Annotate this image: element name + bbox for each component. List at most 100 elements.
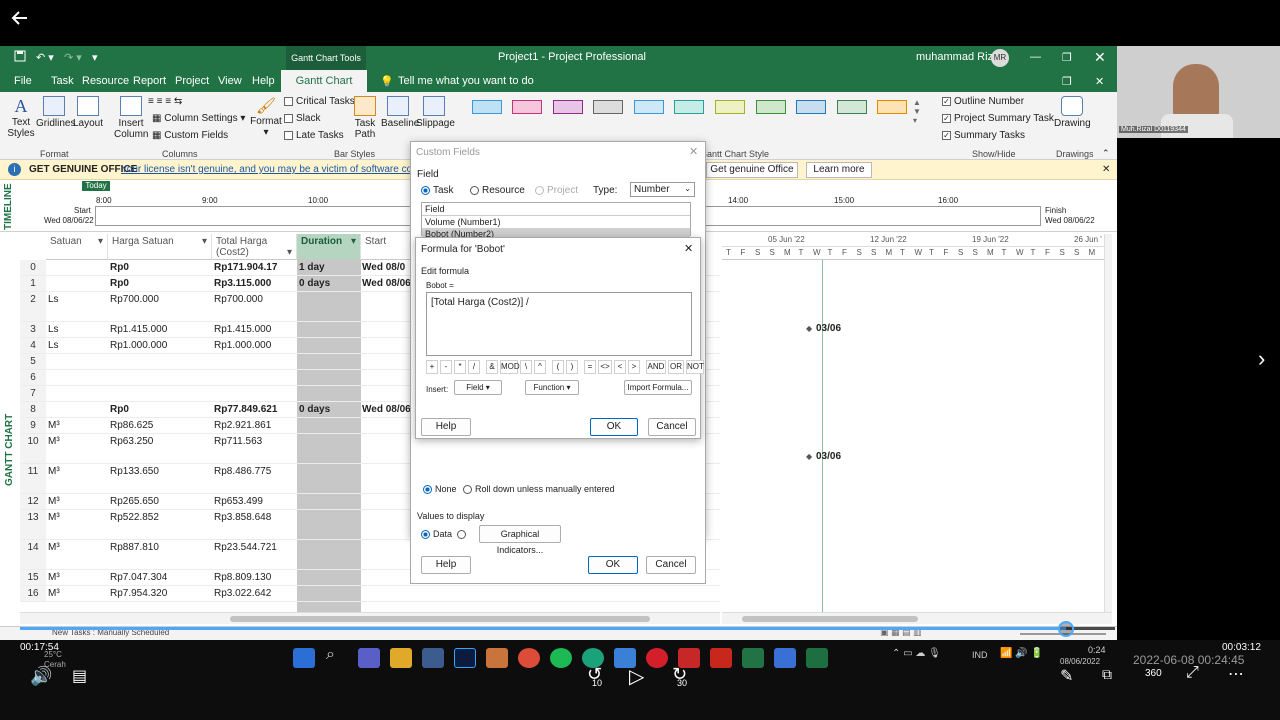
cell-duration[interactable]: 0 days bbox=[299, 278, 330, 289]
operator-button[interactable]: \ bbox=[520, 360, 532, 374]
acrobat-icon[interactable] bbox=[710, 648, 732, 668]
cell-total-harga[interactable]: Rp171.904.17 bbox=[214, 262, 277, 273]
cell-total-harga[interactable]: Rp1.000.000 bbox=[214, 340, 271, 351]
column-dropdown-icon[interactable]: ▾ bbox=[98, 236, 103, 247]
cell-total-harga[interactable]: Rp2.921.861 bbox=[214, 420, 271, 431]
tray-icons[interactable]: ⌃ ▭ ☁ 🎙 bbox=[892, 648, 941, 659]
import-formula-button[interactable]: Import Formula... bbox=[624, 380, 692, 395]
project-app-icon[interactable] bbox=[742, 648, 764, 668]
custom-fields-button[interactable]: ▦ Custom Fields bbox=[152, 130, 228, 141]
cell-harga-satuan[interactable]: Rp0 bbox=[110, 404, 129, 415]
cell-harga-satuan[interactable]: Rp133.650 bbox=[110, 466, 159, 477]
cell-total-harga[interactable]: Rp3.022.642 bbox=[214, 588, 271, 599]
ribbon-close-icon[interactable]: ✕ bbox=[1095, 75, 1104, 88]
gantt-style-gallery[interactable]: ▲ ▼ ▾ bbox=[462, 96, 922, 142]
collapse-ribbon-icon[interactable]: ⌃ bbox=[1102, 148, 1110, 159]
gantt-style-swatch[interactable] bbox=[715, 100, 745, 114]
grid-horizontal-scrollbar[interactable] bbox=[20, 612, 720, 624]
ribbon-display-icon[interactable]: ❐ bbox=[1062, 75, 1072, 88]
tab-gantt-chart-format[interactable]: Gantt Chart Format bbox=[281, 70, 367, 109]
slack-check[interactable]: Slack bbox=[284, 113, 320, 124]
tab-file[interactable]: File bbox=[14, 75, 32, 87]
drawing-button[interactable]: Drawing bbox=[1054, 96, 1091, 129]
picture-in-picture-icon[interactable]: ⧉ bbox=[1102, 666, 1112, 683]
late-tasks-check[interactable]: Late Tasks bbox=[284, 130, 344, 141]
cell-total-harga[interactable]: Rp8.809.130 bbox=[214, 572, 271, 583]
cell-satuan[interactable]: M³ bbox=[48, 572, 60, 583]
row-id[interactable]: 5 bbox=[20, 354, 46, 369]
save-icon[interactable] bbox=[14, 50, 26, 65]
cell-satuan[interactable]: M³ bbox=[48, 542, 60, 553]
gantt-style-swatch[interactable] bbox=[472, 100, 502, 114]
cell-harga-satuan[interactable]: Rp522.852 bbox=[110, 512, 159, 523]
tell-me-search[interactable]: Tell me what you want to do bbox=[398, 75, 534, 87]
row-id[interactable]: 14 bbox=[20, 540, 46, 569]
graphical-indicators-button[interactable]: Graphical Indicators... bbox=[479, 525, 561, 555]
cell-satuan[interactable]: M³ bbox=[48, 588, 60, 599]
column-dropdown-icon[interactable]: ▾ bbox=[202, 236, 207, 247]
undo-icon[interactable]: ↶ ▾ bbox=[36, 51, 54, 64]
milestone-diamond-icon[interactable]: ◆ bbox=[806, 452, 812, 461]
meet-icon[interactable] bbox=[358, 648, 380, 668]
operator-button[interactable]: <> bbox=[598, 360, 612, 374]
cell-satuan[interactable]: M³ bbox=[48, 512, 60, 523]
close-icon[interactable]: ✕ bbox=[1094, 49, 1106, 66]
photoshop-icon[interactable] bbox=[454, 648, 476, 668]
more-options-icon[interactable]: ⋯ bbox=[1228, 664, 1244, 684]
language-indicator[interactable]: IND bbox=[972, 650, 988, 660]
formula-close-icon[interactable]: ✕ bbox=[684, 242, 693, 255]
field-list-item[interactable]: Volume (Number1) bbox=[422, 216, 690, 228]
cell-harga-satuan[interactable]: Rp700.000 bbox=[110, 294, 159, 305]
row-id[interactable]: 12 bbox=[20, 494, 46, 509]
gallery-scroll-icon[interactable]: ▲ ▼ ▾ bbox=[913, 98, 921, 125]
cancel-button[interactable]: Cancel bbox=[646, 556, 696, 574]
cell-satuan[interactable]: Ls bbox=[48, 340, 59, 351]
row-id[interactable]: 11 bbox=[20, 464, 46, 493]
field-list[interactable]: Field Volume (Number1) Bobot (Number2) bbox=[421, 202, 691, 240]
align-buttons[interactable]: ≡ ≡ ≡ ⇆ bbox=[148, 96, 182, 107]
cell-total-harga[interactable]: Rp700.000 bbox=[214, 294, 263, 305]
insert-function-button[interactable]: Function ▾ bbox=[525, 380, 579, 395]
windows-start-icon[interactable] bbox=[293, 648, 315, 668]
summary-tasks-check[interactable]: ✓ Summary Tasks bbox=[942, 130, 1025, 141]
cell-harga-satuan[interactable]: Rp1.415.000 bbox=[110, 324, 167, 335]
cell-total-harga[interactable]: Rp23.544.721 bbox=[214, 542, 277, 553]
tab-resource[interactable]: Resource bbox=[82, 75, 129, 87]
spotify-icon[interactable] bbox=[550, 648, 572, 668]
operator-button[interactable]: ^ bbox=[534, 360, 546, 374]
cell-total-harga[interactable]: Rp77.849.621 bbox=[214, 404, 277, 415]
tab-task[interactable]: Task bbox=[51, 75, 74, 87]
cell-start[interactable]: Wed 08/0 bbox=[362, 262, 405, 273]
cell-satuan[interactable]: Ls bbox=[48, 294, 59, 305]
column-header-duration[interactable]: Duration ▾ bbox=[297, 234, 361, 260]
row-id[interactable]: 13 bbox=[20, 510, 46, 539]
search-icon[interactable]: ⌕ bbox=[326, 646, 335, 664]
tab-report[interactable]: Report bbox=[133, 75, 166, 87]
cell-satuan[interactable]: M³ bbox=[48, 466, 60, 477]
column-header-total-harga[interactable]: Total Harga (Cost2) ▾ bbox=[212, 234, 297, 260]
insert-field-button[interactable]: Field ▾ bbox=[454, 380, 502, 395]
cell-satuan[interactable]: M³ bbox=[48, 436, 60, 447]
cell-total-harga[interactable]: Rp653.499 bbox=[214, 496, 263, 507]
slippage-button[interactable]: Slippage bbox=[416, 96, 455, 129]
gantt-style-swatch[interactable] bbox=[593, 100, 623, 114]
project-summary-check[interactable]: ✓ Project Summary Task bbox=[942, 113, 1054, 124]
task-path-button[interactable]: Task Path bbox=[350, 96, 380, 140]
pen-icon[interactable]: ✎ bbox=[1060, 666, 1073, 686]
captions-icon[interactable]: ▤ bbox=[72, 666, 87, 686]
cell-satuan[interactable]: M³ bbox=[48, 420, 60, 431]
gridlines-button[interactable]: Gridlines bbox=[36, 96, 75, 129]
quick-access-dropdown-icon[interactable]: ▾ bbox=[92, 51, 98, 64]
excel-icon[interactable] bbox=[806, 648, 828, 668]
row-id[interactable]: 6 bbox=[20, 370, 46, 385]
cell-harga-satuan[interactable]: Rp86.625 bbox=[110, 420, 153, 431]
gantt-style-swatch[interactable] bbox=[674, 100, 704, 114]
row-id[interactable]: 9 bbox=[20, 418, 46, 433]
column-dropdown-icon[interactable]: ▾ bbox=[351, 236, 356, 247]
operator-button[interactable]: * bbox=[454, 360, 466, 374]
critical-tasks-check[interactable]: Critical Tasks bbox=[284, 96, 355, 107]
file-explorer-icon[interactable] bbox=[390, 648, 412, 668]
cell-harga-satuan[interactable]: Rp887.810 bbox=[110, 542, 159, 553]
operator-button[interactable]: ( bbox=[552, 360, 564, 374]
cell-start[interactable]: Wed 08/06 bbox=[362, 404, 411, 415]
